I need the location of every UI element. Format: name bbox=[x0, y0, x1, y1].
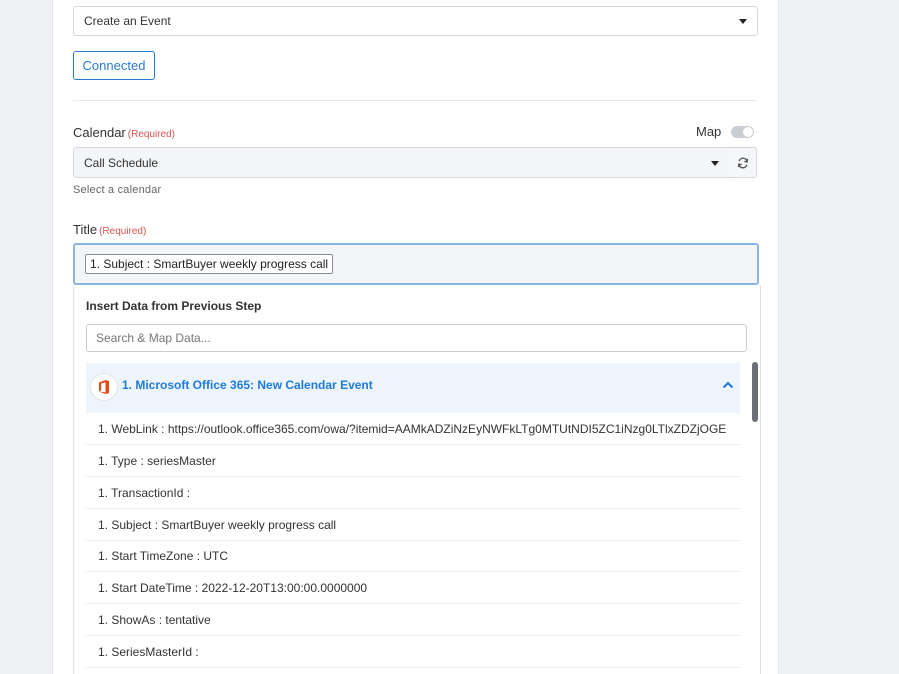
data-row-start-timezone[interactable]: 1. Start TimeZone : UTC bbox=[86, 540, 740, 572]
chevron-up-icon[interactable] bbox=[721, 378, 735, 392]
data-row-weblink[interactable]: 1. WebLink : https://outlook.office365.c… bbox=[86, 413, 740, 445]
event-action-value: Create an Event bbox=[84, 14, 171, 28]
calendar-select[interactable]: Call Schedule bbox=[73, 147, 730, 178]
map-label: Map bbox=[696, 124, 722, 139]
office365-logo bbox=[99, 380, 109, 394]
calendar-required-badge: (Required) bbox=[127, 129, 176, 140]
data-row-subject[interactable]: 1. Subject : SmartBuyer weekly progress … bbox=[86, 509, 740, 541]
event-action-select[interactable]: Create an Event bbox=[73, 6, 758, 36]
calendar-label: Calendar (Required) bbox=[73, 125, 175, 140]
data-row-type[interactable]: 1. Type : seriesMaster bbox=[86, 445, 740, 477]
connected-button[interactable]: Connected bbox=[73, 51, 155, 80]
caret-down-icon bbox=[711, 160, 719, 166]
insert-data-panel: Insert Data from Previous Step 1. Micros… bbox=[73, 285, 761, 674]
calendar-label-text: Calendar bbox=[73, 125, 126, 140]
panel-scrollbar[interactable] bbox=[752, 362, 758, 422]
calendar-value: Call Schedule bbox=[84, 155, 159, 170]
title-input[interactable]: 1. Subject : SmartBuyer weekly progress … bbox=[73, 243, 759, 285]
title-required-badge: (Required) bbox=[99, 226, 147, 237]
section-divider bbox=[73, 100, 757, 101]
data-row-showas[interactable]: 1. ShowAs : tentative bbox=[86, 604, 740, 636]
refresh-calendar-button[interactable] bbox=[729, 147, 757, 178]
subject-data-chip[interactable]: 1. Subject : SmartBuyer weekly progress … bbox=[85, 254, 334, 274]
office365-icon bbox=[91, 374, 117, 400]
data-row-transactionid[interactable]: 1. TransactionId : bbox=[86, 477, 740, 509]
caret-down-icon bbox=[739, 19, 747, 24]
toggle-knob bbox=[743, 127, 753, 137]
data-row-start-datetime[interactable]: 1. Start DateTime : 2022-12-20T13:00:00.… bbox=[86, 572, 740, 604]
refresh-icon bbox=[737, 157, 748, 168]
app-step-header[interactable]: 1. Microsoft Office 365: New Calendar Ev… bbox=[86, 363, 740, 413]
map-data-search-input[interactable] bbox=[86, 324, 747, 352]
insert-panel-title: Insert Data from Previous Step bbox=[86, 299, 262, 313]
title-label-text: Title bbox=[73, 222, 98, 237]
map-toggle[interactable] bbox=[731, 126, 754, 138]
title-label: Title (Required) bbox=[73, 222, 146, 237]
calendar-help-text: Select a calendar bbox=[73, 184, 162, 196]
app-step-title: 1. Microsoft Office 365: New Calendar Ev… bbox=[122, 378, 373, 392]
data-row-seriesmasterid[interactable]: 1. SeriesMasterId : bbox=[86, 636, 740, 668]
